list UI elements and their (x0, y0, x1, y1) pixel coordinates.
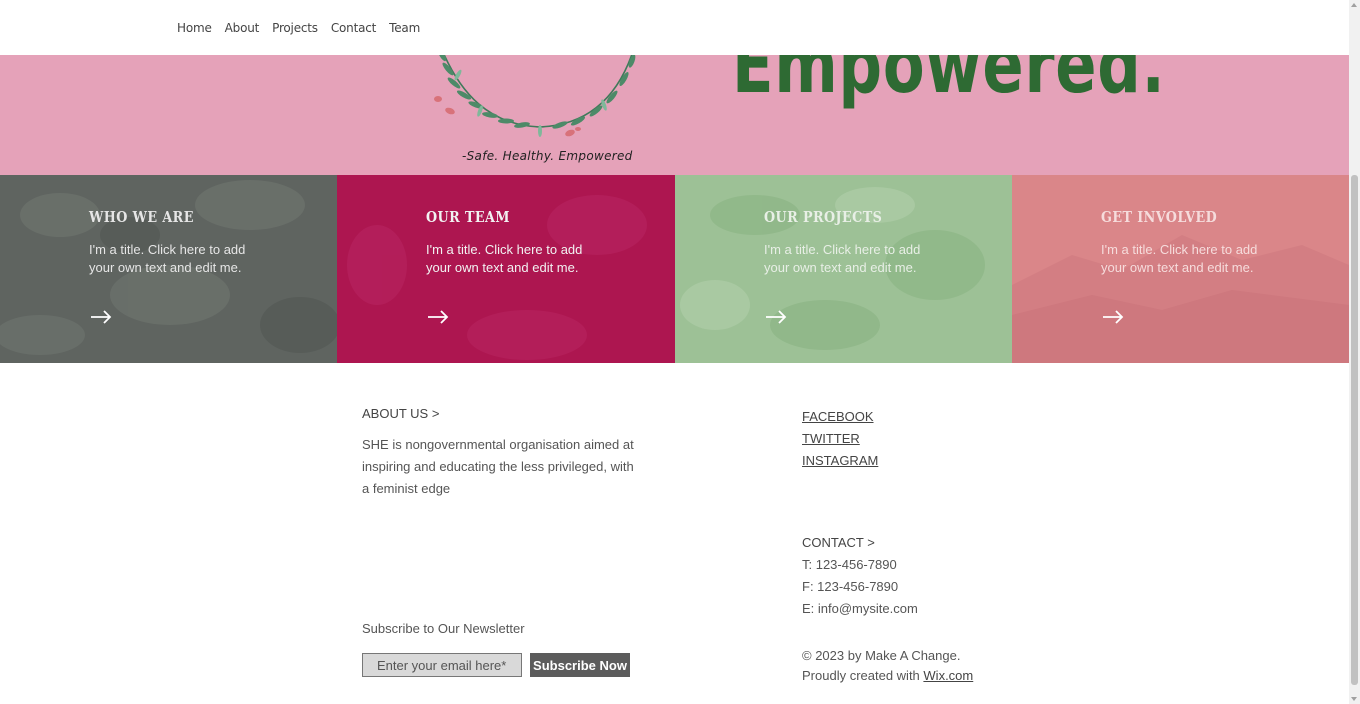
contact-email: E: info@mysite.com (802, 601, 918, 616)
wix-link[interactable]: Wix.com (923, 668, 973, 683)
nav-item-contact[interactable]: Contact (331, 21, 376, 35)
tile-our-projects[interactable]: OUR PROJECTS I'm a title. Click here to … (675, 175, 1012, 363)
tile-title: WHO WE ARE (89, 208, 194, 226)
contact-fax: F: 123-456-7890 (802, 579, 899, 594)
arrow-right-icon[interactable] (1101, 309, 1125, 325)
nav-item-projects[interactable]: Projects (272, 21, 318, 35)
page: Home About Projects Contact Team -Safe. … (0, 0, 1349, 704)
scroll-down-icon[interactable] (1351, 697, 1357, 701)
copyright: © 2023 by Make A Change. Proudly created… (802, 646, 973, 686)
page-scrollbar[interactable] (1349, 0, 1360, 704)
contact-details: T: 123-456-7890 F: 123-456-7890 E: info@… (802, 554, 918, 620)
tile-our-team[interactable]: OUR TEAM I'm a title. Click here to add … (337, 175, 675, 363)
tile-title: GET INVOLVED (1101, 208, 1218, 226)
tile-who-we-are[interactable]: WHO WE ARE I'm a title. Click here to ad… (0, 175, 337, 363)
created-with: Proudly created with Wix.com (802, 666, 973, 686)
tile-title: OUR TEAM (426, 208, 510, 226)
scroll-up-icon[interactable] (1351, 3, 1357, 7)
about-us-link[interactable]: ABOUT US > (362, 406, 439, 421)
nav-item-team[interactable]: Team (389, 21, 420, 35)
nav-menu: Home About Projects Contact Team (177, 21, 433, 35)
tile-title: OUR PROJECTS (764, 208, 883, 226)
tile-text: I'm a title. Click here to add your own … (1101, 242, 1258, 275)
instagram-link[interactable]: INSTAGRAM (802, 450, 878, 472)
copyright-text: © 2023 by Make A Change. (802, 648, 961, 663)
tile-get-involved[interactable]: GET INVOLVED I'm a title. Click here to … (1012, 175, 1349, 363)
arrow-right-icon[interactable] (426, 309, 450, 325)
social-links: FACEBOOK TWITTER INSTAGRAM (802, 406, 878, 472)
subscribe-button[interactable]: Subscribe Now (530, 653, 630, 677)
created-with-prefix: Proudly created with (802, 668, 924, 683)
arrow-right-icon[interactable] (764, 309, 788, 325)
about-description: SHE is nongovernmental organisation aime… (362, 437, 634, 496)
tile-text: I'm a title. Click here to add your own … (89, 242, 246, 275)
hero-headline: Empowered. (732, 55, 1166, 111)
tile-text: I'm a title. Click here to add your own … (764, 242, 921, 275)
top-nav: Home About Projects Contact Team (0, 0, 1349, 55)
hero-banner: -Safe. Healthy. Empowered Empowered. (0, 55, 1349, 175)
feature-tiles: WHO WE ARE I'm a title. Click here to ad… (0, 175, 1349, 363)
nav-item-home[interactable]: Home (177, 21, 212, 35)
contact-phone: T: 123-456-7890 (802, 557, 897, 572)
hero-tagline: -Safe. Healthy. Empowered (462, 149, 633, 163)
twitter-link[interactable]: TWITTER (802, 428, 878, 450)
scrollbar-thumb[interactable] (1351, 175, 1358, 685)
email-input[interactable] (362, 653, 522, 677)
facebook-link[interactable]: FACEBOOK (802, 406, 878, 428)
nav-item-about[interactable]: About (225, 21, 260, 35)
tile-text: I'm a title. Click here to add your own … (426, 242, 583, 275)
contact-link[interactable]: CONTACT > (802, 535, 875, 550)
newsletter-title: Subscribe to Our Newsletter (362, 621, 525, 636)
arrow-right-icon[interactable] (89, 309, 113, 325)
